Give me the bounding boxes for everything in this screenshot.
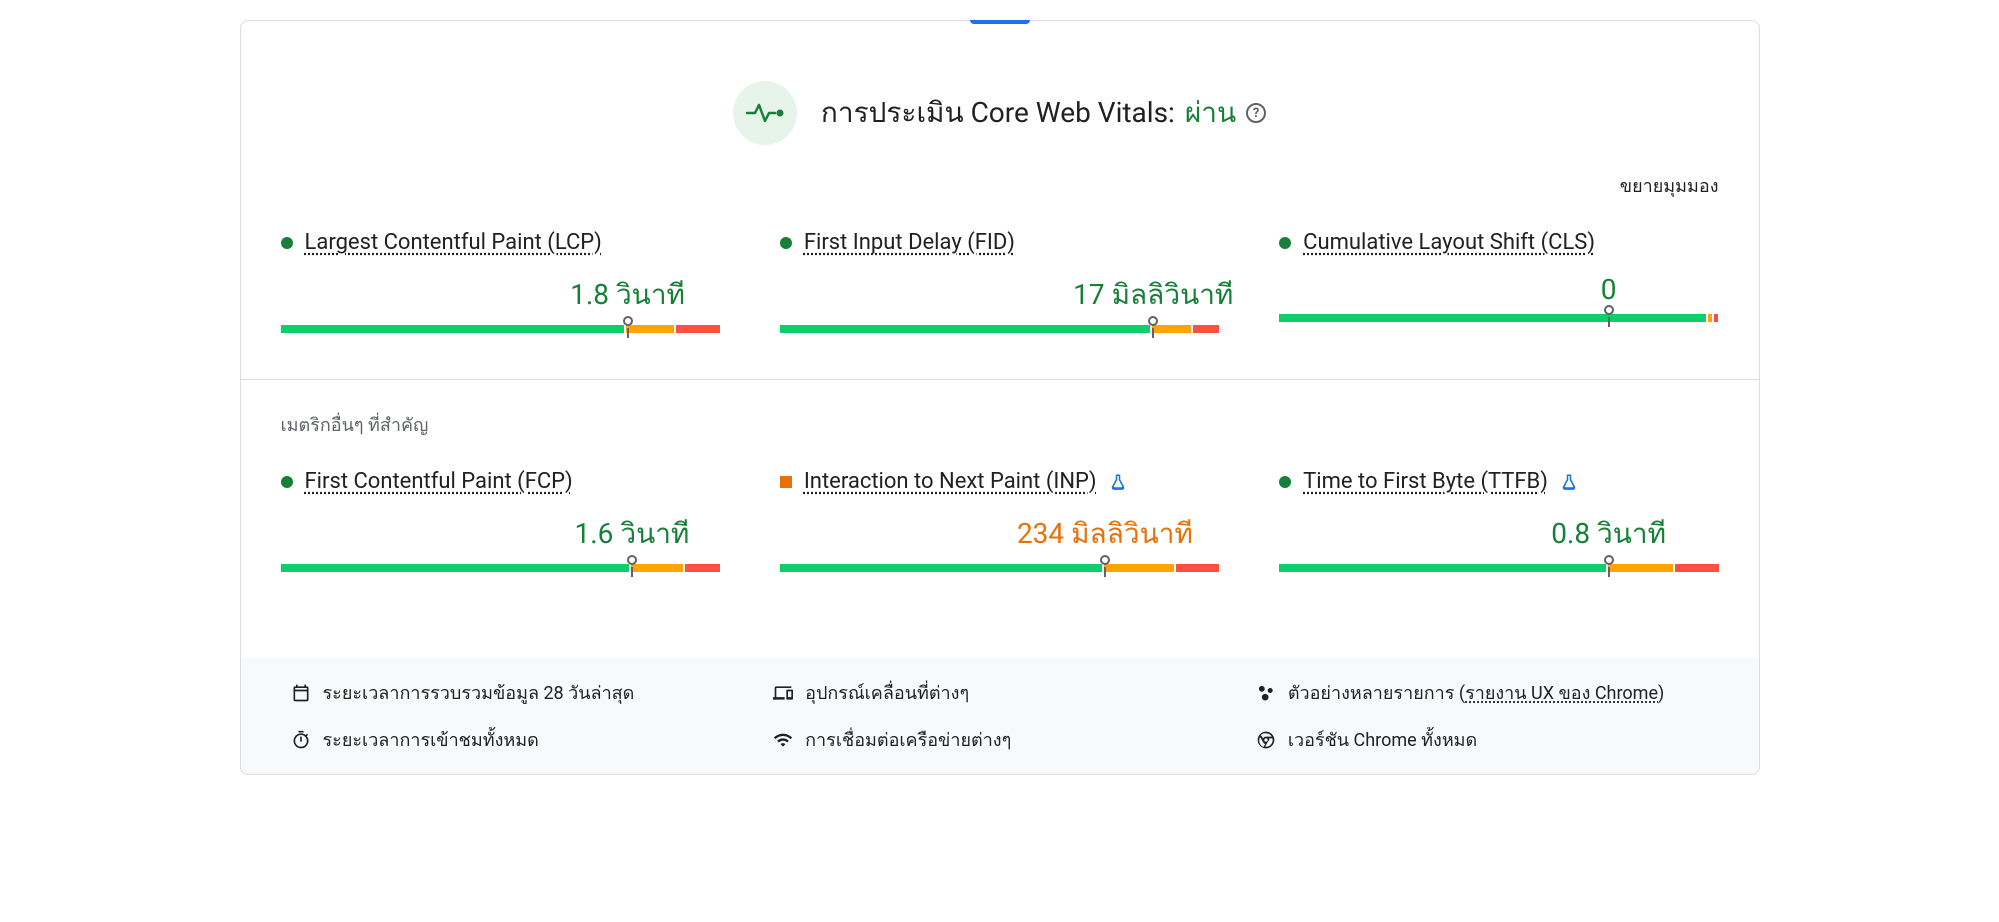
metric-title-row: Largest Contentful Paint (LCP) bbox=[281, 230, 720, 255]
metric-name-link[interactable]: Cumulative Layout Shift (CLS) bbox=[1303, 230, 1595, 255]
distribution-bar bbox=[1279, 564, 1718, 588]
status-indicator bbox=[1279, 237, 1291, 249]
status-indicator bbox=[281, 476, 293, 488]
footer-info: ระยะเวลาการรวบรวมข้อมูล 28 วันล่าสุด อุป… bbox=[241, 658, 1759, 774]
percentile-marker bbox=[1604, 305, 1614, 315]
divider bbox=[241, 379, 1759, 380]
status-indicator bbox=[281, 237, 293, 249]
other-metric-2: Time to First Byte (TTFB) 0.8 วินาที bbox=[1279, 469, 1718, 588]
bar-needs-improvement bbox=[626, 325, 674, 333]
metric-name-link[interactable]: First Contentful Paint (FCP) bbox=[305, 469, 573, 494]
bar-good bbox=[281, 564, 629, 572]
distribution-bar bbox=[1279, 314, 1718, 338]
metric-name-link[interactable]: Time to First Byte (TTFB) bbox=[1303, 469, 1548, 494]
distribution-bar bbox=[780, 564, 1219, 588]
core-metric-2: Cumulative Layout Shift (CLS) 0 bbox=[1279, 230, 1718, 349]
other-metrics-label: เมตริกอื่นๆ ที่สำคัญ bbox=[281, 410, 1719, 439]
footer-devices: อุปกรณ์เคลื่อนที่ต่างๆ bbox=[773, 678, 1226, 707]
vitals-icon bbox=[733, 81, 797, 145]
percentile-marker bbox=[1100, 555, 1110, 565]
bar-needs-improvement bbox=[1708, 314, 1712, 322]
help-icon[interactable]: ? bbox=[1246, 103, 1266, 123]
stopwatch-icon bbox=[291, 730, 311, 750]
bar-needs-improvement bbox=[1104, 564, 1174, 572]
bar-poor bbox=[1675, 564, 1719, 572]
bar-poor bbox=[1193, 325, 1219, 333]
bar-good bbox=[281, 325, 625, 333]
metric-title-row: Time to First Byte (TTFB) bbox=[1279, 469, 1718, 494]
bar-good bbox=[1279, 564, 1606, 572]
footer-samples: ตัวอย่างหลายรายการ (รายงาน UX ของ Chrome… bbox=[1256, 678, 1709, 707]
metric-value: 1.8 วินาที bbox=[281, 273, 720, 317]
percentile-marker bbox=[1604, 555, 1614, 565]
assessment-header: การประเมิน Core Web Vitals: ผ่าน ? bbox=[281, 21, 1719, 165]
metric-value: 234 มิลลิวินาที bbox=[780, 512, 1219, 556]
bar-good bbox=[1279, 314, 1706, 322]
bar-needs-improvement bbox=[1152, 325, 1191, 333]
calendar-icon bbox=[291, 683, 311, 703]
metric-title-row: First Contentful Paint (FCP) bbox=[281, 469, 720, 494]
status-indicator bbox=[780, 237, 792, 249]
samples-icon bbox=[1256, 683, 1276, 703]
core-metric-1: First Input Delay (FID) 17 มิลลิวินาที bbox=[780, 230, 1219, 349]
title-prefix: การประเมิน Core Web Vitals: bbox=[821, 91, 1175, 135]
metric-name-link[interactable]: First Input Delay (FID) bbox=[804, 230, 1015, 255]
distribution-bar bbox=[281, 564, 720, 588]
active-tab-indicator bbox=[970, 20, 1030, 24]
metric-value: 17 มิลลิวินาที bbox=[780, 273, 1219, 317]
metric-title-row: Interaction to Next Paint (INP) bbox=[780, 469, 1219, 494]
status-indicator bbox=[780, 476, 792, 488]
experimental-icon bbox=[1109, 473, 1127, 491]
percentile-marker bbox=[1148, 316, 1158, 326]
bar-poor bbox=[1714, 314, 1718, 322]
experimental-icon bbox=[1560, 473, 1578, 491]
other-metric-1: Interaction to Next Paint (INP) 234 มิลล… bbox=[780, 469, 1219, 588]
bar-poor bbox=[676, 325, 720, 333]
percentile-marker bbox=[623, 316, 633, 326]
crux-report-link[interactable]: รายงาน UX ของ Chrome bbox=[1465, 683, 1658, 704]
metric-value: 0 bbox=[1279, 273, 1718, 306]
assessment-title: การประเมิน Core Web Vitals: ผ่าน ? bbox=[821, 91, 1266, 135]
devices-icon bbox=[773, 683, 793, 703]
percentile-marker bbox=[627, 555, 637, 565]
bar-good bbox=[780, 564, 1102, 572]
status-indicator bbox=[1279, 476, 1291, 488]
metric-name-link[interactable]: Interaction to Next Paint (INP) bbox=[804, 469, 1097, 494]
footer-network: การเชื่อมต่อเครือข่ายต่างๆ bbox=[773, 725, 1226, 754]
expand-view-link[interactable]: ขยายมุมมอง bbox=[281, 165, 1719, 230]
distribution-bar bbox=[780, 325, 1219, 349]
metric-title-row: First Input Delay (FID) bbox=[780, 230, 1219, 255]
other-metric-0: First Contentful Paint (FCP) 1.6 วินาที bbox=[281, 469, 720, 588]
footer-visits: ระยะเวลาการเข้าชมทั้งหมด bbox=[291, 725, 744, 754]
core-metric-0: Largest Contentful Paint (LCP) 1.8 วินาท… bbox=[281, 230, 720, 349]
bar-good bbox=[780, 325, 1150, 333]
assessment-status: ผ่าน bbox=[1185, 91, 1236, 135]
footer-chrome: เวอร์ชัน Chrome ทั้งหมด bbox=[1256, 725, 1709, 754]
metric-value: 1.6 วินาที bbox=[281, 512, 720, 556]
bar-needs-improvement bbox=[631, 564, 683, 572]
bar-needs-improvement bbox=[1608, 564, 1673, 572]
metric-value: 0.8 วินาที bbox=[1279, 512, 1718, 556]
metric-name-link[interactable]: Largest Contentful Paint (LCP) bbox=[305, 230, 602, 255]
core-metrics-grid: Largest Contentful Paint (LCP) 1.8 วินาท… bbox=[281, 230, 1719, 379]
vitals-card: การประเมิน Core Web Vitals: ผ่าน ? ขยายม… bbox=[240, 20, 1760, 775]
chrome-icon bbox=[1256, 730, 1276, 750]
network-icon bbox=[773, 730, 793, 750]
bar-poor bbox=[1176, 564, 1220, 572]
footer-collection-period: ระยะเวลาการรวบรวมข้อมูล 28 วันล่าสุด bbox=[291, 678, 744, 707]
other-metrics-grid: First Contentful Paint (FCP) 1.6 วินาที … bbox=[281, 469, 1719, 618]
metric-title-row: Cumulative Layout Shift (CLS) bbox=[1279, 230, 1718, 255]
bar-poor bbox=[685, 564, 720, 572]
distribution-bar bbox=[281, 325, 720, 349]
